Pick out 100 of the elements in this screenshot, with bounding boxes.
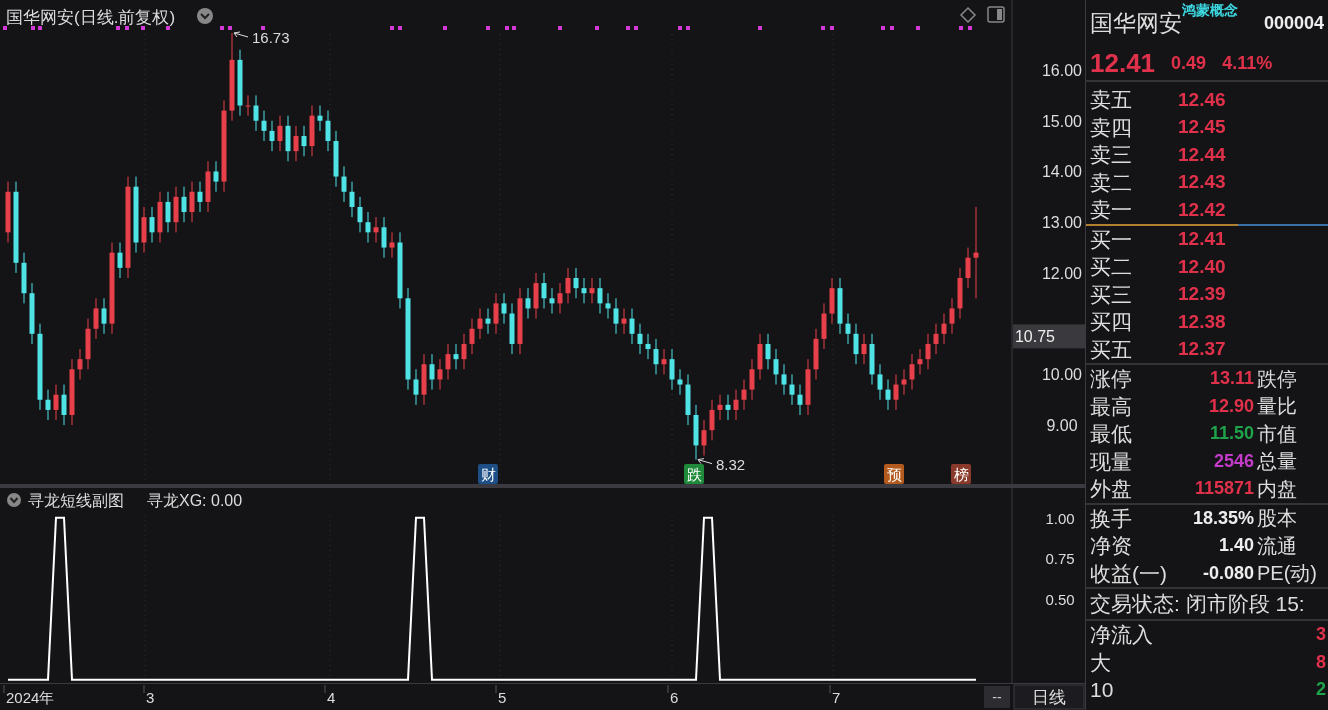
order-level-label: 卖一 (1090, 199, 1133, 221)
stat-label: 市值 (1256, 423, 1297, 444)
diamond-icon[interactable] (959, 6, 977, 24)
price-tick-label: 12.00 (1042, 264, 1082, 282)
event-badge[interactable]: 榜 (951, 464, 971, 484)
candlestick (53, 384, 59, 421)
candlestick (637, 323, 643, 355)
order-price: 12.41 (1177, 227, 1226, 251)
indicator-name: 寻龙短线副图 (28, 492, 124, 509)
candlestick (373, 216, 379, 243)
chart-title: 国华网安(日线.前复权) (6, 8, 176, 27)
order-price: 12.40 (1177, 254, 1226, 279)
candlestick (669, 348, 675, 391)
candlestick (429, 353, 435, 391)
event-badge[interactable]: 预 (884, 464, 904, 484)
flow-value: 8 (1316, 650, 1326, 674)
order-price: 12.45 (1177, 115, 1226, 139)
last-price: 12.41 (1090, 46, 1156, 80)
candlestick (213, 160, 219, 193)
candlestick (101, 297, 107, 335)
stat-value: 18.35% (1191, 506, 1254, 530)
candlestick (709, 399, 715, 441)
stat-label: 量比 (1256, 396, 1297, 417)
candlestick (973, 206, 979, 299)
stat-label: 跌停 (1256, 368, 1297, 389)
candlestick (477, 307, 483, 340)
arrow-icon (697, 458, 713, 465)
order-level-label: 买四 (1090, 311, 1133, 333)
candlestick (901, 368, 907, 396)
y-tick-label: 0.75 (1045, 550, 1075, 568)
dropdown-icon[interactable] (7, 493, 21, 507)
stat-value: 1.40 (1217, 534, 1254, 558)
candlestick (317, 105, 323, 132)
candlestick (645, 333, 651, 360)
candlestick (789, 373, 795, 406)
candlestick (725, 394, 731, 421)
candlestick (245, 94, 251, 117)
order-level-label: 买五 (1090, 338, 1133, 360)
stat-label: PE(动) (1256, 563, 1317, 584)
candlestick (277, 115, 283, 152)
candlestick (357, 196, 363, 233)
arrow-icon (233, 31, 249, 38)
candlestick (949, 297, 955, 335)
candlestick (661, 348, 667, 375)
candlestick (77, 348, 83, 380)
flow-value: 2 (1316, 678, 1326, 702)
candlestick (565, 267, 571, 304)
candlestick (589, 277, 595, 304)
stat-label: 收益(一) (1090, 562, 1168, 584)
price-tick-label: 13.00 (1042, 214, 1082, 232)
stat-value: 11.50 (1208, 422, 1254, 446)
candlestick (469, 318, 475, 355)
stock-name: 国华网安 (1090, 9, 1182, 38)
period-button[interactable]: 日线 (1013, 684, 1085, 710)
price-tick-label: 15.00 (1042, 112, 1082, 130)
scroll-button[interactable]: -- (984, 686, 1010, 708)
candlestick (653, 338, 659, 375)
stat-label: 换手 (1090, 507, 1133, 529)
stat-label: 最低 (1090, 423, 1133, 445)
candlestick (965, 247, 971, 289)
date-label: 5 (498, 689, 507, 706)
candlestick (925, 333, 931, 370)
date-label: 4 (327, 689, 336, 706)
dropdown-icon[interactable] (197, 8, 213, 24)
date-label: 7 (832, 689, 841, 706)
flow-label: 10 (1090, 679, 1115, 701)
stat-label: 净资 (1090, 535, 1133, 557)
order-price: 12.37 (1177, 337, 1226, 361)
candlestick (189, 181, 195, 223)
candlestick (621, 307, 627, 335)
candlestick (909, 353, 915, 391)
candlestick (749, 358, 755, 401)
candlestick (717, 394, 723, 421)
order-price: 12.43 (1177, 170, 1226, 194)
order-level-label: 卖三 (1090, 144, 1133, 166)
event-badge[interactable]: 财 (478, 464, 498, 484)
order-level-label: 买一 (1090, 228, 1133, 250)
cursor-price-tag: 10.75 (1013, 324, 1085, 349)
candlestick (605, 292, 611, 320)
candlestick (445, 343, 451, 380)
stat-value: 2546 (1212, 449, 1254, 473)
order-price: 12.44 (1177, 142, 1226, 167)
candlestick (413, 368, 419, 406)
price-tick-label: 14.00 (1042, 163, 1082, 181)
stat-value: 115871 (1193, 477, 1254, 501)
event-badge[interactable]: 跌 (684, 464, 704, 484)
change-percent: 4.11% (1222, 51, 1273, 75)
stat-label: 涨停 (1090, 368, 1133, 390)
order-level-label: 买三 (1090, 283, 1133, 305)
candlestick (117, 241, 123, 279)
candlestick (773, 348, 779, 386)
candlestick (61, 384, 67, 426)
candlestick (181, 186, 187, 223)
panel-toggle-icon[interactable] (987, 6, 1005, 23)
y-tick-label: 0.50 (1045, 590, 1075, 608)
candlestick (253, 94, 259, 132)
candlestick (149, 206, 155, 243)
candlestick (581, 277, 587, 304)
candlestick (877, 363, 883, 401)
price-label: 8.32 (716, 455, 746, 473)
